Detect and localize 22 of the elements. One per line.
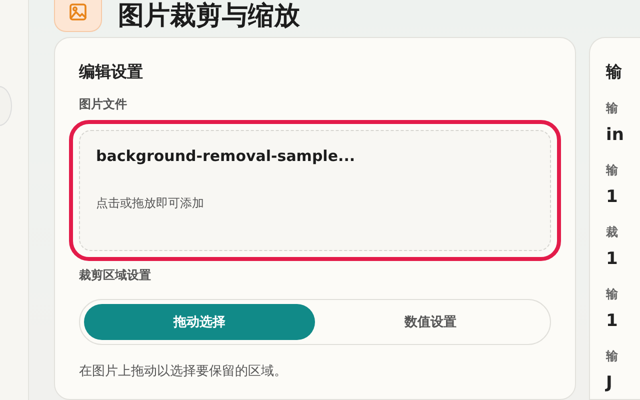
section-label: 裁剪区域设置: [79, 267, 152, 283]
field-value: 1: [606, 310, 619, 332]
help-text: 在图片上拖动以选择要保留的区域。: [79, 363, 288, 380]
card-title: 输: [606, 61, 623, 83]
file-name: background-removal-sample...: [96, 147, 356, 165]
card-title: 编辑设置: [79, 61, 144, 83]
field-label: 裁: [606, 224, 619, 240]
section-label: 图片文件: [79, 96, 128, 112]
page-title: 图片裁剪与缩放: [118, 0, 300, 32]
image-icon: [69, 3, 87, 21]
field-value: in: [606, 124, 625, 146]
mode-tab[interactable]: 拖动选择: [84, 304, 315, 340]
mode-tab[interactable]: 数值设置: [315, 304, 546, 340]
field-value: 1: [606, 248, 619, 270]
field-label: 输: [606, 100, 619, 116]
field-label: 输: [606, 348, 619, 364]
field-value: 1: [606, 186, 619, 208]
drop-hint: 点击或拖放即可添加: [96, 195, 205, 212]
field-value: J: [606, 372, 614, 394]
field-label: 输: [606, 162, 619, 178]
field-label: 输: [606, 286, 619, 302]
file-drop-zone[interactable]: background-removal-sample... 点击或拖放即可添加: [79, 130, 551, 251]
